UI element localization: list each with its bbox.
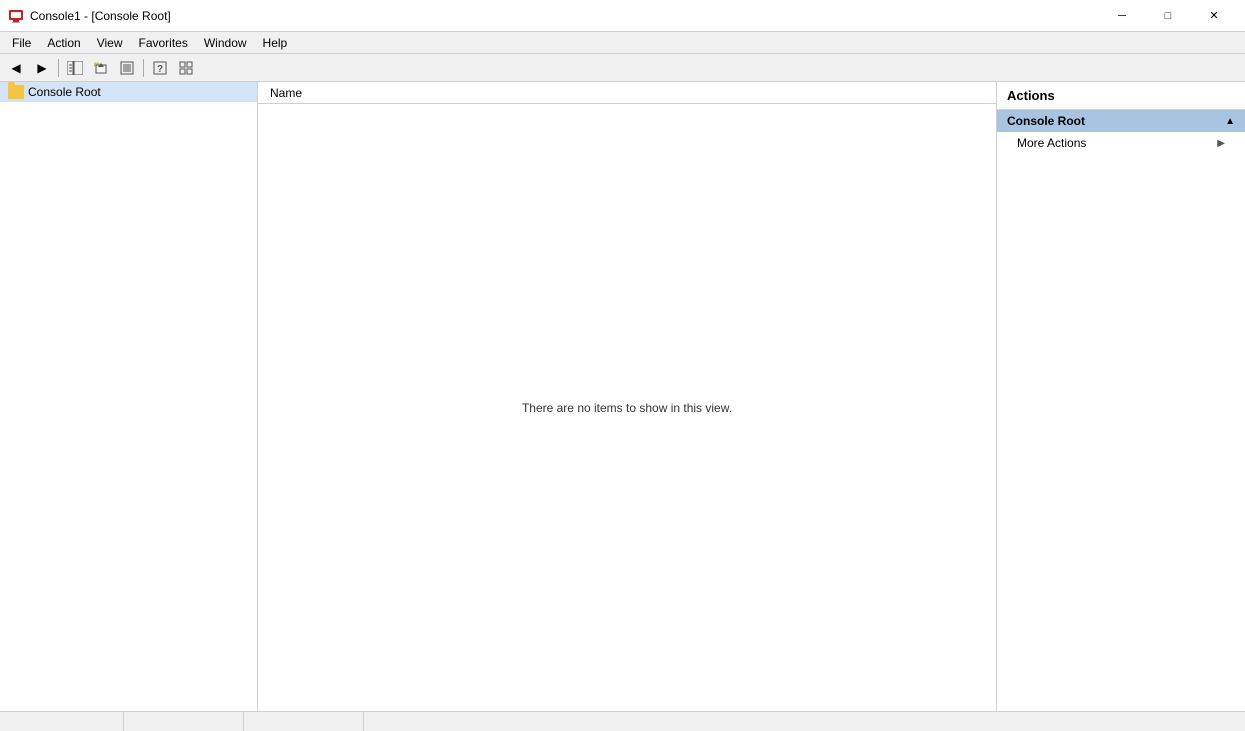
menu-window[interactable]: Window bbox=[196, 32, 255, 54]
column-header-name: Name bbox=[262, 84, 310, 102]
close-button[interactable]: ✕ bbox=[1191, 0, 1237, 32]
up-button[interactable] bbox=[89, 57, 113, 79]
app-icon bbox=[8, 8, 24, 24]
chevron-up-icon: ▲ bbox=[1225, 116, 1235, 127]
menu-favorites[interactable]: Favorites bbox=[131, 32, 196, 54]
export-list-button[interactable] bbox=[115, 57, 139, 79]
toolbar-separator-2 bbox=[143, 59, 144, 77]
minimize-button[interactable]: ─ bbox=[1099, 0, 1145, 32]
tree-panel: Console Root bbox=[0, 82, 258, 711]
menu-bar: File Action View Favorites Window Help bbox=[0, 32, 1245, 54]
menu-action[interactable]: Action bbox=[39, 32, 88, 54]
toolbar-separator-1 bbox=[58, 59, 59, 77]
actions-section-label: Console Root bbox=[1007, 114, 1085, 128]
title-bar-left: Console1 - [Console Root] bbox=[8, 8, 171, 24]
submenu-arrow-icon: ▶ bbox=[1217, 138, 1225, 149]
actions-panel-title: Actions bbox=[997, 82, 1245, 110]
folder-icon bbox=[8, 85, 24, 99]
menu-view[interactable]: View bbox=[89, 32, 131, 54]
status-segment-1 bbox=[4, 712, 124, 731]
help-button[interactable]: ? bbox=[148, 57, 172, 79]
content-header: Name bbox=[258, 82, 996, 104]
restore-button[interactable]: □ bbox=[1145, 0, 1191, 32]
status-segment-3 bbox=[244, 712, 364, 731]
status-segment-2 bbox=[124, 712, 244, 731]
actions-item-more-actions[interactable]: More Actions ▶ bbox=[997, 132, 1245, 154]
actions-section-console-root[interactable]: Console Root ▲ bbox=[997, 110, 1245, 132]
menu-file[interactable]: File bbox=[4, 32, 39, 54]
svg-text:?: ? bbox=[157, 64, 163, 75]
window-title: Console1 - [Console Root] bbox=[30, 9, 171, 23]
forward-button[interactable]: ▶ bbox=[30, 57, 54, 79]
actions-item-label: More Actions bbox=[1017, 136, 1086, 150]
menu-help[interactable]: Help bbox=[255, 32, 296, 54]
title-bar: Console1 - [Console Root] ─ □ ✕ bbox=[0, 0, 1245, 32]
tree-item-console-root[interactable]: Console Root bbox=[0, 82, 257, 102]
toolbar: ◀ ▶ ? bbox=[0, 54, 1245, 82]
actions-panel: Actions Console Root ▲ More Actions ▶ bbox=[997, 82, 1245, 711]
status-bar bbox=[0, 711, 1245, 731]
view-button[interactable] bbox=[174, 57, 198, 79]
content-body: There are no items to show in this view. bbox=[258, 104, 996, 711]
back-button[interactable]: ◀ bbox=[4, 57, 28, 79]
empty-message: There are no items to show in this view. bbox=[522, 401, 732, 415]
title-bar-controls: ─ □ ✕ bbox=[1099, 0, 1237, 32]
show-hide-tree-button[interactable] bbox=[63, 57, 87, 79]
main-container: Console Root Name There are no items to … bbox=[0, 82, 1245, 711]
tree-item-label: Console Root bbox=[28, 85, 101, 99]
content-panel: Name There are no items to show in this … bbox=[258, 82, 997, 711]
